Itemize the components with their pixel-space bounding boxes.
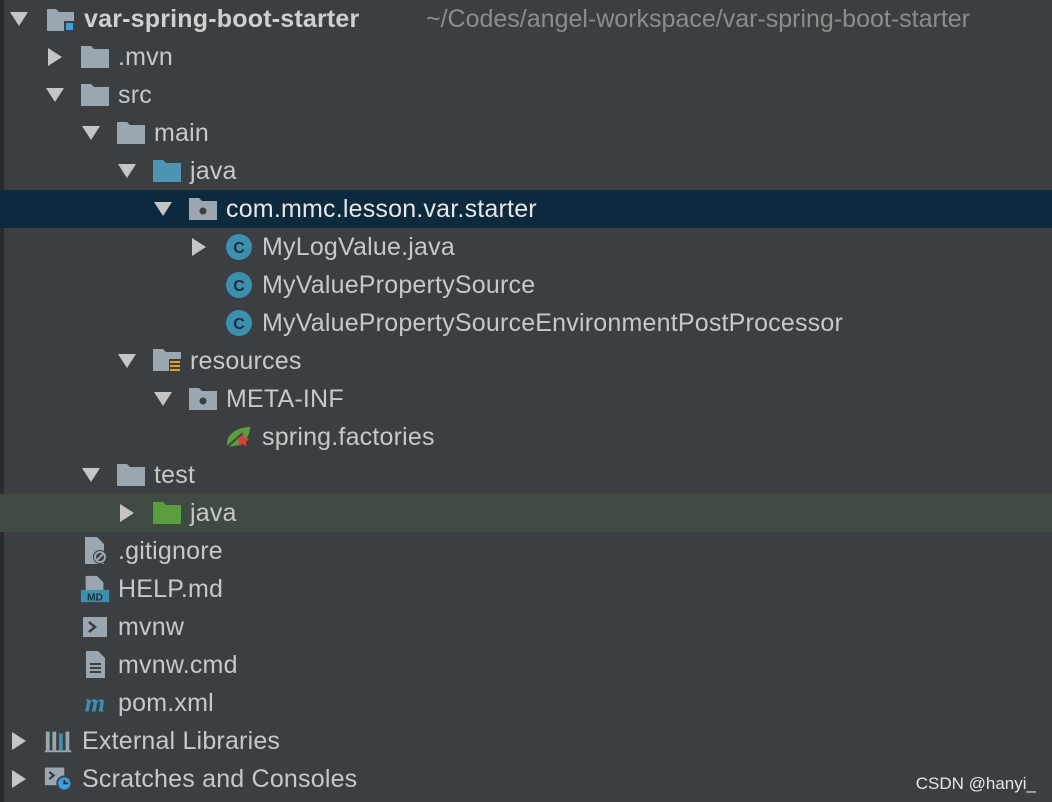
folder-src-label: src [118, 81, 152, 109]
collapsed-arrow-icon[interactable] [188, 228, 210, 266]
tree-row-java[interactable]: java [0, 152, 1052, 190]
folder-mvn-label: .mvn [118, 43, 173, 71]
tree-row-package[interactable]: com.mmc.lesson.var.starter [0, 190, 1052, 228]
class-myvaluepropertysource-label: MyValuePropertySource [262, 271, 536, 299]
expanded-arrow-icon[interactable] [80, 114, 102, 152]
file-help-md-label: HELP.md [118, 575, 224, 603]
project-tree[interactable]: var-spring-boot-starter ~/Codes/angel-wo… [0, 0, 1052, 798]
folder-icon [80, 76, 110, 114]
svg-text:C: C [233, 278, 245, 295]
tree-row-pom[interactable]: m pom.xml [0, 684, 1052, 722]
class-mylogvalue-label: MyLogValue.java [262, 233, 455, 261]
folder-main-label: main [154, 119, 209, 147]
folder-test-label: test [154, 461, 196, 489]
project-path: ~/Codes/angel-workspace/var-spring-boot-… [426, 5, 970, 33]
tree-row-class-envpostprocessor[interactable]: C MyValuePropertySourceEnvironmentPostPr… [0, 304, 1052, 342]
expanded-arrow-icon[interactable] [152, 380, 174, 418]
tree-row-resources[interactable]: resources [0, 342, 1052, 380]
tree-row-class-mylogvalue[interactable]: C MyLogValue.java [0, 228, 1052, 266]
tree-row-gitignore[interactable]: .gitignore [0, 532, 1052, 570]
expanded-arrow-icon[interactable] [152, 190, 174, 228]
svg-text:MD: MD [87, 592, 103, 603]
tree-row-scratches[interactable]: Scratches and Consoles [0, 760, 1052, 798]
tree-row-test[interactable]: test [0, 456, 1052, 494]
file-mvnw-label: mvnw [118, 613, 185, 641]
tree-row-class-myvaluepropertysource[interactable]: C MyValuePropertySource [0, 266, 1052, 304]
class-envpostprocessor-label: MyValuePropertySourceEnvironmentPostProc… [262, 309, 844, 337]
class-icon: C [224, 266, 254, 304]
expanded-arrow-icon[interactable] [44, 76, 66, 114]
spring-leaf-icon [224, 418, 254, 456]
tree-row-external-libraries[interactable]: External Libraries [0, 722, 1052, 760]
watermark: CSDN @hanyi_ [915, 774, 1036, 793]
file-spring-factories-label: spring.factories [262, 423, 435, 451]
tree-row-test-java[interactable]: java [0, 494, 1052, 532]
file-mvnw-cmd-label: mvnw.cmd [118, 651, 238, 679]
folder-icon [80, 38, 110, 76]
folder-icon [116, 456, 146, 494]
collapsed-arrow-icon[interactable] [8, 760, 30, 798]
tree-row-mvn[interactable]: .mvn [0, 38, 1052, 76]
library-icon [44, 722, 74, 760]
file-pom-label: pom.xml [118, 689, 214, 717]
folder-java-label: java [190, 157, 237, 185]
expanded-arrow-icon[interactable] [8, 0, 30, 38]
tree-row-src[interactable]: src [0, 76, 1052, 114]
text-file-icon [80, 646, 110, 684]
ignore-file-icon [80, 532, 110, 570]
tree-row-main[interactable]: main [0, 114, 1052, 152]
folder-resources-label: resources [190, 347, 302, 375]
scratches-icon [44, 760, 74, 798]
tree-row-metainf[interactable]: META-INF [0, 380, 1052, 418]
tree-row-mvnw-cmd[interactable]: mvnw.cmd [0, 646, 1052, 684]
shell-script-icon [80, 608, 110, 646]
tree-row-mvnw[interactable]: mvnw [0, 608, 1052, 646]
external-libraries-label: External Libraries [82, 727, 281, 755]
scratches-label: Scratches and Consoles [82, 765, 358, 793]
collapsed-arrow-icon[interactable] [116, 494, 138, 532]
tree-row-spring-factories[interactable]: spring.factories [0, 418, 1052, 456]
package-label: com.mmc.lesson.var.starter [226, 195, 537, 223]
folder-test-java-label: java [190, 499, 237, 527]
folder-metainf-label: META-INF [226, 385, 344, 413]
folder-icon [116, 114, 146, 152]
class-icon: C [224, 304, 254, 342]
collapsed-arrow-icon[interactable] [44, 38, 66, 76]
collapsed-arrow-icon[interactable] [8, 722, 30, 760]
project-folder-icon [46, 0, 76, 38]
tree-row-project-root[interactable]: var-spring-boot-starter ~/Codes/angel-wo… [0, 0, 1052, 38]
test-folder-icon [152, 494, 182, 532]
expanded-arrow-icon[interactable] [116, 152, 138, 190]
file-gitignore-label: .gitignore [118, 537, 223, 565]
resources-folder-icon [152, 342, 182, 380]
markdown-file-icon: MD [80, 570, 110, 608]
project-name: var-spring-boot-starter [84, 5, 360, 33]
tree-row-help-md[interactable]: MD HELP.md [0, 570, 1052, 608]
package-icon [188, 190, 218, 228]
expanded-arrow-icon[interactable] [80, 456, 102, 494]
svg-text:C: C [233, 240, 245, 257]
class-icon: C [224, 228, 254, 266]
svg-text:m: m [85, 689, 105, 717]
maven-icon: m [80, 684, 110, 722]
package-icon [188, 380, 218, 418]
svg-text:C: C [233, 316, 245, 333]
source-folder-icon [152, 152, 182, 190]
expanded-arrow-icon[interactable] [116, 342, 138, 380]
